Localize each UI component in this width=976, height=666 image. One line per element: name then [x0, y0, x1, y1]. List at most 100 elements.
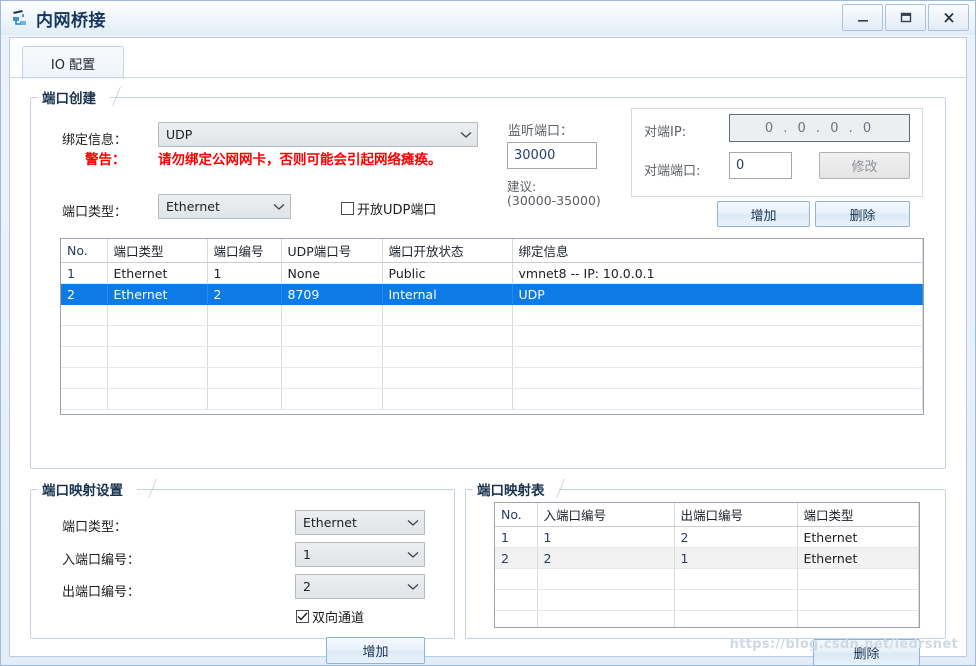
table-row-empty[interactable]	[495, 589, 919, 611]
mapping-table-legend: 端口映射表	[473, 478, 559, 500]
column-header[interactable]: UDP端口号	[281, 239, 383, 263]
listen-port-label: 监听端口：	[508, 124, 574, 139]
column-header[interactable]: 出端口编号	[674, 503, 798, 527]
add-mapping-button-label: 增加	[362, 645, 389, 660]
table-row-empty[interactable]	[61, 346, 923, 368]
table-cell	[281, 325, 383, 347]
table-cell: 2	[495, 547, 538, 569]
table-cell: Ethernet	[107, 262, 208, 284]
table-cell: vmnet8 -- IP: 10.0.0.1	[512, 262, 923, 284]
column-header[interactable]: No.	[61, 239, 108, 263]
table-row[interactable]: 1 1 2 Ethernet	[495, 526, 919, 548]
warning-text: 请勿绑定公网网卡，否则可能会引起网络瘫痪。	[158, 152, 442, 168]
in-port-label: 入端口编号：	[62, 553, 141, 568]
modify-button[interactable]: 修改	[819, 152, 910, 179]
column-header[interactable]: 端口编号	[207, 239, 282, 263]
table-cell	[797, 589, 919, 611]
table-cell	[281, 304, 383, 326]
table-row[interactable]: 2 Ethernet 2 8709 Internal UDP	[61, 283, 923, 305]
table-cell	[207, 304, 282, 326]
table-cell	[61, 325, 108, 347]
table-cell	[107, 367, 208, 389]
table-cell: 1	[537, 526, 675, 548]
table-cell	[495, 568, 538, 590]
mapping-table[interactable]: No. 入端口编号 出端口编号 端口类型 1 1 2 Ethernet 2 2 1 Ethernet	[494, 502, 920, 628]
table-row-empty[interactable]	[61, 325, 923, 347]
tab-underline	[10, 77, 966, 78]
add-port-button[interactable]: 增加	[717, 201, 810, 227]
peer-ip-value: 0 . 0 . 0 . 0	[764, 120, 875, 136]
out-port-combo[interactable]: 2	[295, 574, 425, 599]
port-type-value: Ethernet	[166, 199, 220, 214]
in-port-combo[interactable]: 1	[295, 542, 425, 567]
table-row-empty[interactable]	[61, 388, 923, 410]
table-cell: 2	[61, 283, 108, 305]
suggest-range: (30000-35000)	[507, 193, 601, 208]
table-cell: None	[281, 262, 383, 284]
in-port-value: 1	[303, 547, 311, 562]
table-row-empty[interactable]	[495, 568, 919, 590]
table-cell: 2	[207, 283, 282, 305]
table-cell	[512, 304, 923, 326]
map-port-type-value: Ethernet	[303, 515, 357, 530]
listen-port-value: 30000	[514, 148, 556, 163]
table-cell	[382, 367, 513, 389]
minimize-button[interactable]	[842, 4, 883, 31]
table-cell: 1	[495, 526, 538, 548]
peer-port-value: 0	[736, 158, 745, 173]
table-row[interactable]: 1 Ethernet 1 None Public vmnet8 -- IP: 10.0.0…	[61, 262, 923, 284]
bind-info-label: 绑定信息：	[62, 133, 128, 148]
column-header[interactable]: 端口类型	[107, 239, 208, 263]
table-cell: Internal	[382, 283, 513, 305]
table-cell	[61, 304, 108, 326]
open-udp-checkbox[interactable]: 开放UDP端口	[341, 199, 436, 218]
chevron-down-icon	[402, 583, 424, 591]
map-port-type-combo[interactable]: Ethernet	[295, 510, 425, 535]
table-row-empty[interactable]	[61, 304, 923, 326]
table-row-empty[interactable]	[61, 367, 923, 389]
table-cell	[61, 346, 108, 368]
listen-port-input[interactable]: 30000	[507, 142, 597, 169]
column-header[interactable]: 入端口编号	[537, 503, 675, 527]
table-cell: 2	[537, 547, 675, 569]
table-cell	[674, 610, 798, 627]
tab-strip: IO 配置	[10, 38, 966, 79]
port-type-combo[interactable]: Ethernet	[158, 194, 291, 219]
peer-port-input[interactable]: 0	[729, 152, 792, 179]
port-create-group: 端口创建 绑定信息： UDP 警告： 请勿绑定公网网卡，否则可能会引起网络瘫痪。…	[30, 86, 946, 469]
delete-port-button[interactable]: 删除	[815, 201, 910, 227]
out-port-label: 出端口编号：	[62, 585, 141, 600]
tab-io-config[interactable]: IO 配置	[22, 46, 124, 79]
table-cell	[107, 325, 208, 347]
port-table-header-row: No. 端口类型 端口编号 UDP端口号 端口开放状态 绑定信息	[61, 239, 923, 263]
table-cell	[107, 388, 208, 410]
mapping-settings-legend: 端口映射设置	[38, 478, 137, 500]
tab-io-config-label: IO 配置	[50, 57, 96, 73]
table-row[interactable]: 2 2 1 Ethernet	[495, 547, 919, 569]
peer-ip-field[interactable]: 0 . 0 . 0 . 0	[729, 114, 910, 142]
maximize-button[interactable]	[885, 4, 926, 31]
column-header[interactable]: No.	[495, 503, 538, 527]
column-header[interactable]: 绑定信息	[512, 239, 923, 263]
mapping-table-group: 端口映射表 No. 入端口编号 出端口编号 端口类型 1 1 2 Ethernet 2 2 1 Et…	[465, 478, 946, 666]
table-cell	[207, 367, 282, 389]
port-table-body: 1 Ethernet 1 None Public vmnet8 -- IP: 10.0.0…	[61, 262, 923, 410]
app-window: 内网桥接 IO 配置 端口创建 绑定信息： UDP 警告： 请勿绑定公网网卡，否…	[0, 0, 976, 666]
mapping-table-body: 1 1 2 Ethernet 2 2 1 Ethernet	[495, 526, 919, 627]
add-mapping-button[interactable]: 增加	[326, 637, 425, 664]
column-header[interactable]: 端口类型	[797, 503, 919, 527]
table-cell: 1	[61, 262, 108, 284]
table-cell	[382, 346, 513, 368]
table-cell	[537, 589, 675, 611]
table-cell: Ethernet	[797, 526, 919, 548]
watermark: https://blog.csdn.net/iedrsnet	[729, 637, 958, 652]
bind-info-combo[interactable]: UDP	[158, 122, 478, 147]
table-row-empty[interactable]	[495, 610, 919, 627]
window-title: 内网桥接	[36, 10, 106, 31]
column-header[interactable]: 端口开放状态	[382, 239, 513, 263]
port-table[interactable]: No. 端口类型 端口编号 UDP端口号 端口开放状态 绑定信息 1 Ethernet 1 No…	[60, 238, 924, 415]
table-cell: 1	[207, 262, 282, 284]
table-cell	[382, 388, 513, 410]
bidirectional-checkbox[interactable]: 双向通道	[296, 607, 364, 626]
close-button[interactable]	[928, 4, 969, 31]
